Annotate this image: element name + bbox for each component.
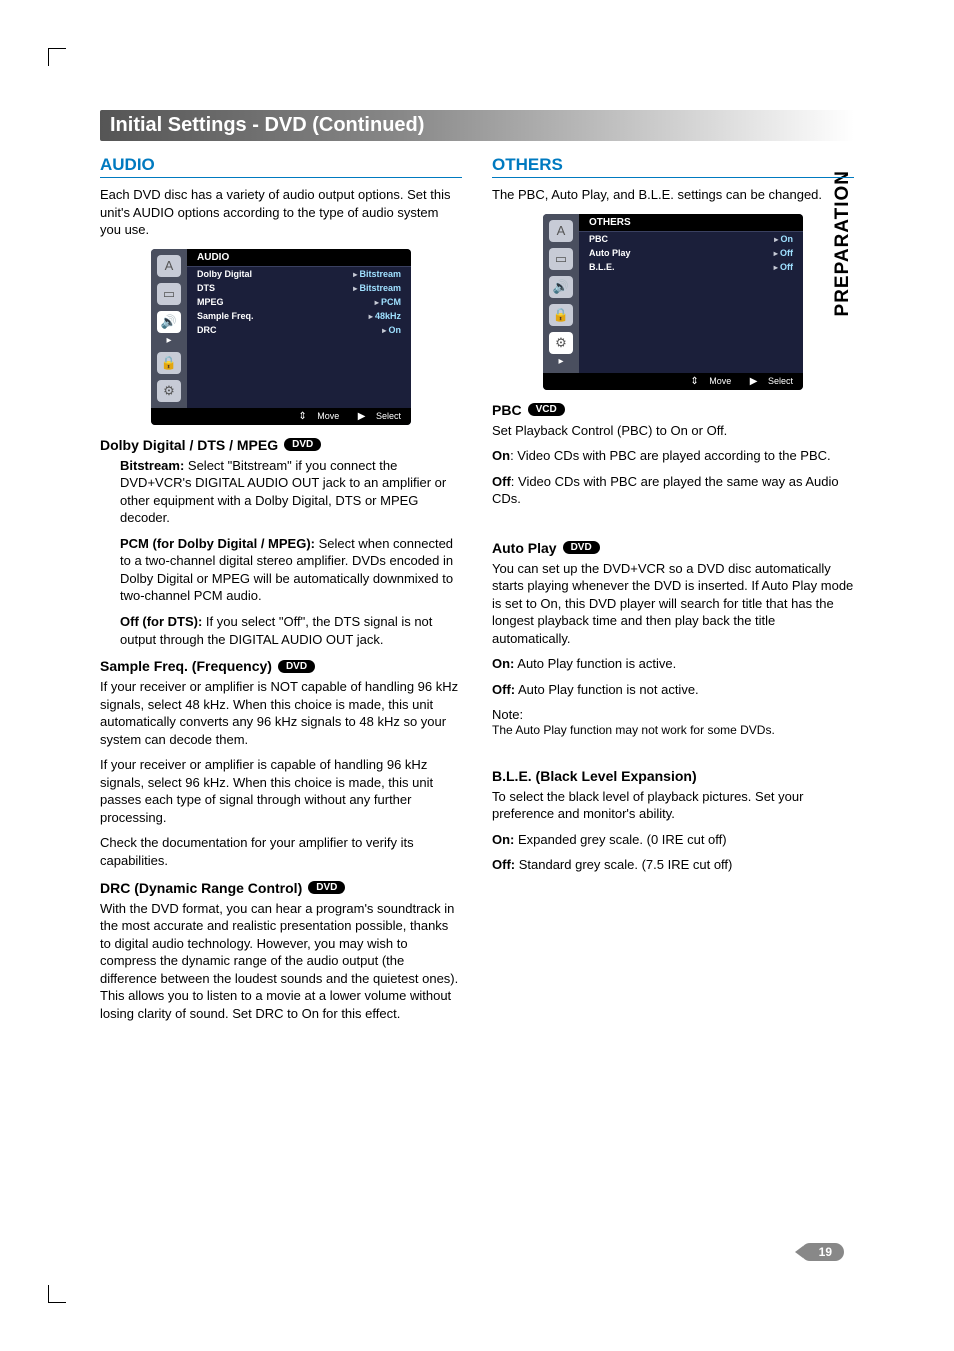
audio-menu-screenshot: A ▭ 🔊 ▸ 🔒 ⚙ AUDIO Dolby DigitalBitstream… [151,249,411,425]
note-label: Note: [492,707,854,722]
language-icon: A [549,220,573,242]
others-title: OTHERS [492,155,854,178]
menu-label: Auto Play [589,248,774,258]
dolby-subtitle: Dolby Digital / DTS / MPEG DVD [100,437,462,453]
drc-subtitle: DRC (Dynamic Range Control) DVD [100,880,462,896]
subtitle-text: PBC [492,402,522,418]
menu-value: Bitstream [353,283,401,293]
others-icon: ⚙ [157,380,181,402]
off-dts-para: Off (for DTS): If you select "Off", the … [120,613,462,648]
footer-move: Move [709,376,731,386]
menu-row: PBCOn [579,232,803,246]
lock-icon: 🔒 [157,352,181,374]
menu-row: DTSBitstream [187,281,411,295]
menu-row: Dolby DigitalBitstream [187,267,411,281]
others-icon: ⚙ [549,332,573,354]
autoplay-on: On: Auto Play function is active. [492,655,854,673]
menu-title: OTHERS [579,214,803,232]
subtitle-text: Sample Freq. (Frequency) [100,658,272,674]
vcd-pill: VCD [528,403,565,416]
autoplay-subtitle: Auto Play DVD [492,540,854,556]
menu-footer: ⇕ Move ▶ Select [151,408,411,425]
header-bar: Initial Settings - DVD (Continued) [100,110,854,141]
crop-mark-top-left [48,48,66,66]
two-columns: AUDIO Each DVD disc has a variety of aud… [100,155,854,1030]
menu-label: MPEG [197,297,375,307]
pbc-on: On: Video CDs with PBC are played accord… [492,447,854,465]
menu-row: Sample Freq.48kHz [187,309,411,323]
menu-row: Auto PlayOff [579,246,803,260]
autoplay-p1: You can set up the DVD+VCR so a DVD disc… [492,560,854,648]
menu-row: DRCOn [187,323,411,337]
note-text: The Auto Play function may not work for … [492,722,854,738]
ble-p1: To select the black level of playback pi… [492,788,854,823]
samplefreq-p1: If your receiver or amplifier is NOT cap… [100,678,462,748]
dvd-pill: DVD [284,438,321,451]
crop-mark-bottom-left [48,1285,66,1303]
pbc-off: Off: Video CDs with PBC are played the s… [492,473,854,508]
menu-value: 48kHz [369,311,401,321]
display-icon: ▭ [549,248,573,270]
ble-on: On: Expanded grey scale. (0 IRE cut off) [492,831,854,849]
pcm-para: PCM (for Dolby Digital / MPEG): Select w… [120,535,462,605]
audio-icon: 🔊 [157,311,181,333]
footer-select: Select [376,411,401,421]
pbc-subtitle: PBC VCD [492,402,854,418]
menu-value: Off [774,248,793,258]
ble-off: Off: Standard grey scale. (7.5 IRE cut o… [492,856,854,874]
language-icon: A [157,255,181,277]
dvd-pill: DVD [563,541,600,554]
footer-select: Select [768,376,793,386]
menu-label: B.L.E. [589,262,774,272]
left-column: AUDIO Each DVD disc has a variety of aud… [100,155,462,1030]
menu-label: DRC [197,325,382,335]
menu-row: MPEGPCM [187,295,411,309]
menu-footer: ⇕ Move ▶ Select [543,373,803,390]
display-icon: ▭ [157,283,181,305]
dvd-pill: DVD [308,881,345,894]
lock-icon: 🔒 [549,304,573,326]
subtitle-text: B.L.E. (Black Level Expansion) [492,768,697,784]
subtitle-text: DRC (Dynamic Range Control) [100,880,302,896]
menu-value: Bitstream [353,269,401,279]
menu-title: AUDIO [187,249,411,267]
dvd-pill: DVD [278,660,315,673]
others-intro: The PBC, Auto Play, and B.L.E. settings … [492,186,854,204]
menu-icon-strip: A ▭ 🔊 🔒 ⚙ ▸ [543,214,579,373]
page-number-badge: 19 [801,1243,844,1261]
right-column: OTHERS The PBC, Auto Play, and B.L.E. se… [492,155,854,1030]
samplefreq-p3: Check the documentation for your amplifi… [100,834,462,869]
others-menu-screenshot: A ▭ 🔊 🔒 ⚙ ▸ OTHERS PBCOn Auto PlayOff B.… [543,214,803,390]
menu-icon-strip: A ▭ 🔊 ▸ 🔒 ⚙ [151,249,187,408]
menu-value: PCM [375,297,401,307]
audio-title: AUDIO [100,155,462,178]
footer-move: Move [317,411,339,421]
menu-label: Dolby Digital [197,269,353,279]
active-arrow-icon: ▸ [558,356,563,367]
samplefreq-subtitle: Sample Freq. (Frequency) DVD [100,658,462,674]
subtitle-text: Auto Play [492,540,557,556]
drc-p1: With the DVD format, you can hear a prog… [100,900,462,1023]
menu-label: Sample Freq. [197,311,369,321]
subtitle-text: Dolby Digital / DTS / MPEG [100,437,278,453]
page-content: Initial Settings - DVD (Continued) AUDIO… [100,110,854,1030]
menu-value: On [774,234,793,244]
active-arrow-icon: ▸ [166,335,171,346]
menu-label: PBC [589,234,774,244]
ble-subtitle: B.L.E. (Black Level Expansion) [492,768,854,784]
menu-label: DTS [197,283,353,293]
pbc-p1: Set Playback Control (PBC) to On or Off. [492,422,854,440]
autoplay-off: Off: Auto Play function is not active. [492,681,854,699]
audio-intro: Each DVD disc has a variety of audio out… [100,186,462,239]
menu-value: Off [774,262,793,272]
menu-value: On [382,325,401,335]
samplefreq-p2: If your receiver or amplifier is capable… [100,756,462,826]
audio-icon: 🔊 [549,276,573,298]
menu-row: B.L.E.Off [579,260,803,274]
bitstream-para: Bitstream: Select "Bitstream" if you con… [120,457,462,527]
